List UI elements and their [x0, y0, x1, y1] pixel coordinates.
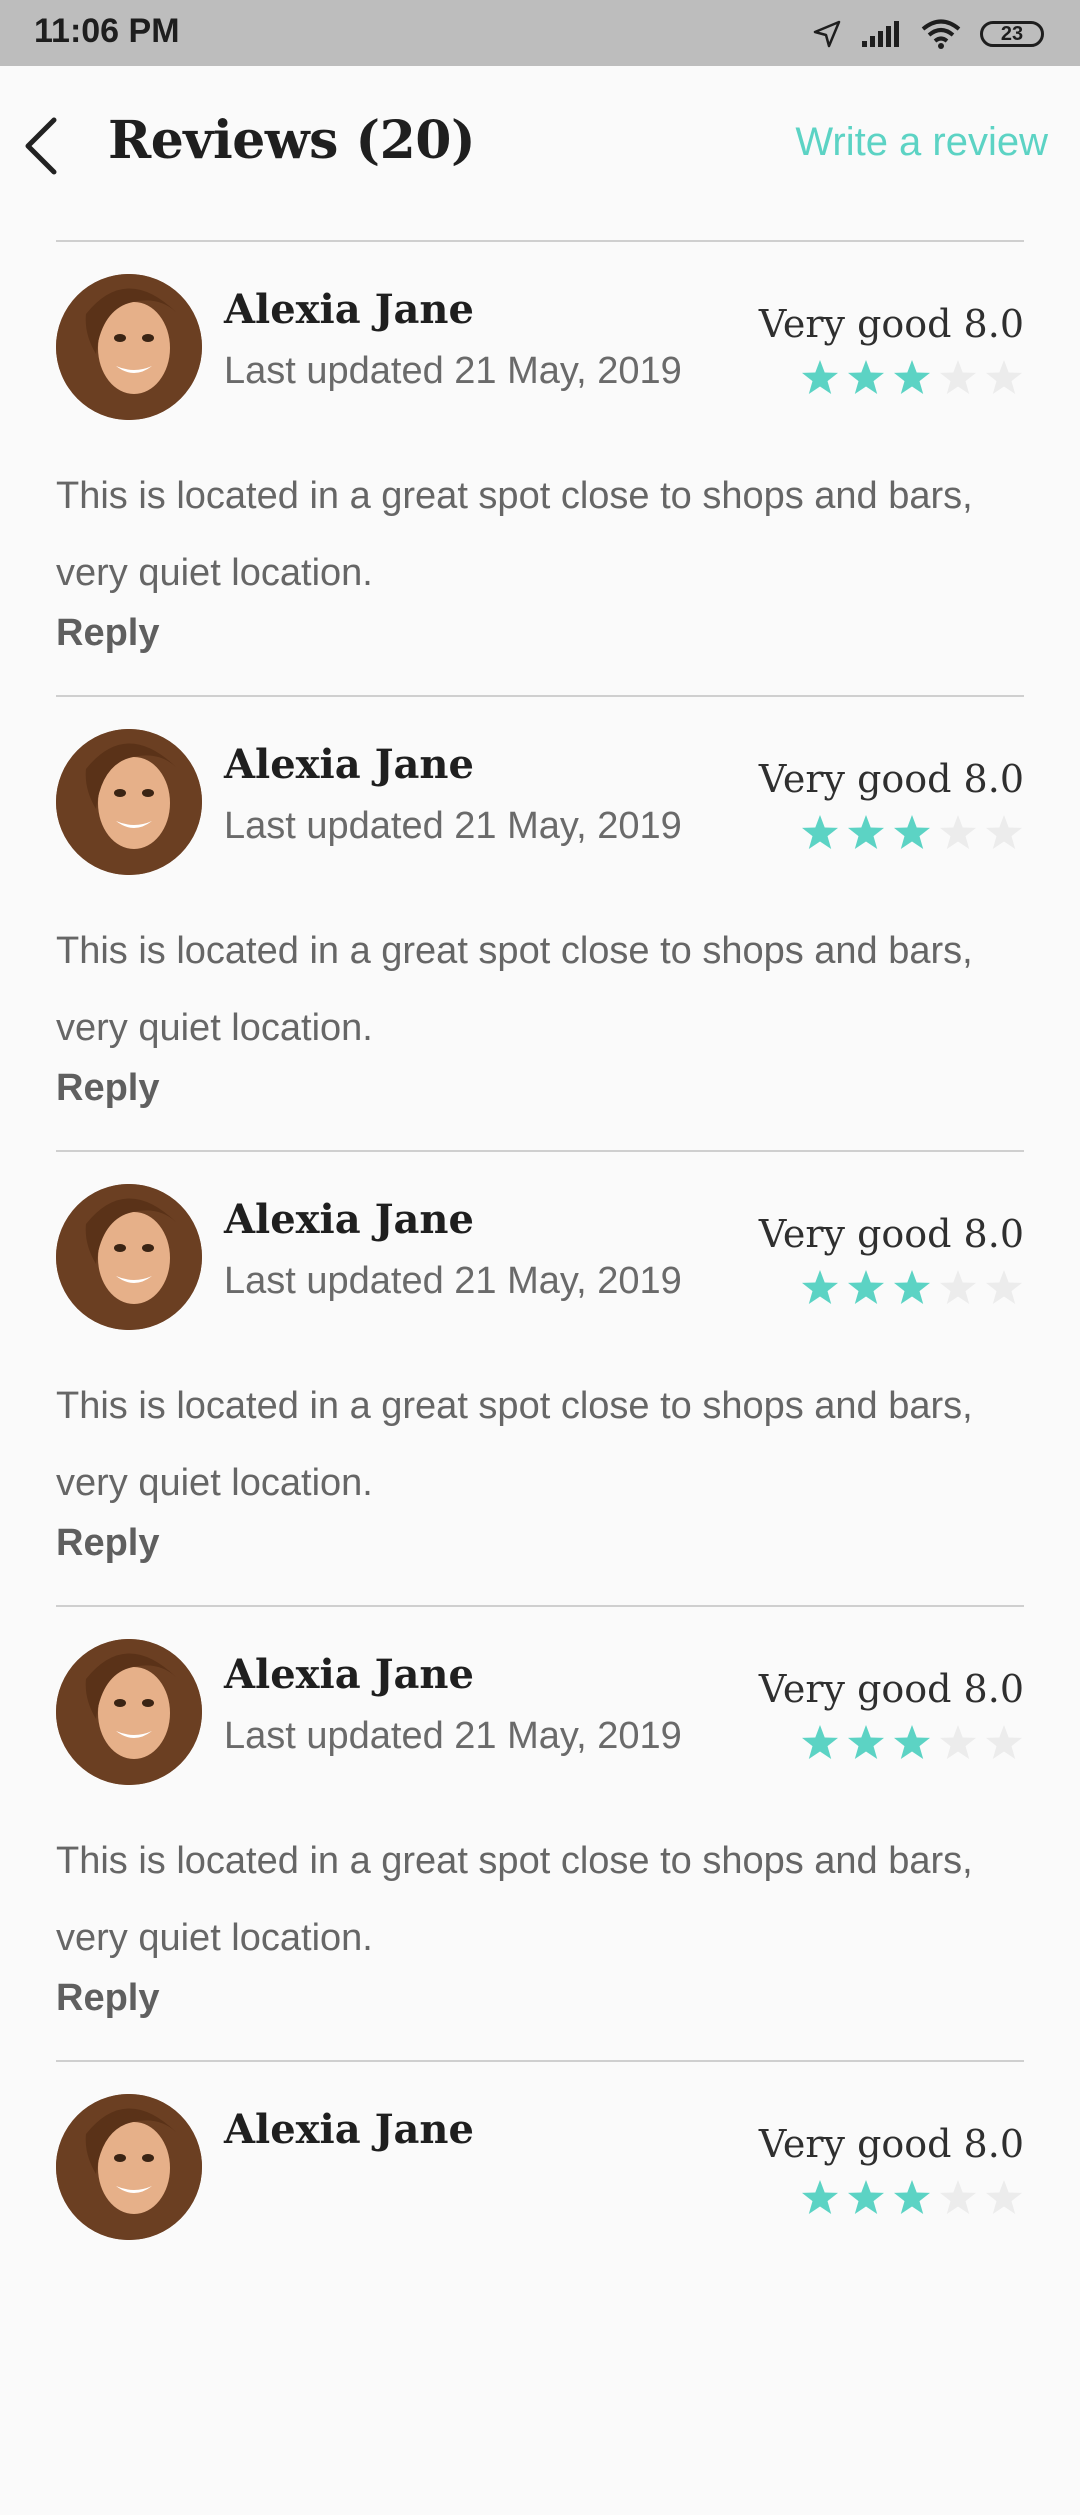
star-empty-icon — [940, 2180, 976, 2214]
star-empty-icon — [940, 1725, 976, 1759]
review-item: Alexia Jane Very good 8.0 — [56, 2060, 1024, 2515]
star-filled-icon — [848, 1725, 884, 1759]
star-rating — [800, 813, 1024, 853]
star-filled-icon — [802, 360, 838, 394]
star-filled-icon — [848, 815, 884, 849]
star-empty-icon — [940, 360, 976, 394]
status-bar: 11:06 PM 23 — [0, 0, 1080, 66]
avatar — [56, 2094, 202, 2240]
star-filled-icon — [802, 1725, 838, 1759]
location-arrow-icon — [812, 19, 842, 49]
star-filled-icon — [802, 1270, 838, 1304]
page-title: Reviews (20) — [108, 110, 476, 171]
chevron-left-icon — [25, 117, 57, 175]
reply-button[interactable]: Reply — [56, 1977, 159, 2020]
rating-label: Very good 8.0 — [758, 2122, 1024, 2166]
review-item: Alexia Jane Last updated 21 May, 2019 Ve… — [56, 1605, 1024, 2060]
review-item: Alexia Jane Last updated 21 May, 2019 Ve… — [56, 1150, 1024, 1605]
rating-label: Very good 8.0 — [758, 1667, 1024, 1711]
star-empty-icon — [940, 815, 976, 849]
review-text: This is located in a great spot close to… — [56, 930, 973, 1049]
star-empty-icon — [940, 1270, 976, 1304]
star-rating — [800, 358, 1024, 398]
review-date: Last updated 21 May, 2019 — [224, 350, 682, 392]
review-text: This is located in a great spot close to… — [56, 1840, 973, 1959]
signal-icon — [860, 19, 902, 49]
reviewer-name: Alexia Jane — [224, 2106, 474, 2153]
reply-button[interactable]: Reply — [56, 1067, 159, 1110]
reviewer-name: Alexia Jane — [224, 741, 474, 788]
wifi-icon — [920, 18, 962, 50]
review-text: This is located in a great spot close to… — [56, 1385, 973, 1504]
status-icons: 23 — [812, 14, 1044, 54]
review-date: Last updated 21 May, 2019 — [224, 805, 682, 847]
reply-button[interactable]: Reply — [56, 1522, 159, 1565]
star-empty-icon — [986, 1270, 1022, 1304]
star-filled-icon — [894, 1270, 930, 1304]
reply-button[interactable]: Reply — [56, 612, 159, 655]
star-rating — [800, 1268, 1024, 1308]
header: Reviews (20) Write a review — [0, 66, 1080, 242]
reviewer-name: Alexia Jane — [224, 286, 474, 333]
star-empty-icon — [986, 1725, 1022, 1759]
status-time: 11:06 PM — [34, 12, 180, 50]
reviewer-name: Alexia Jane — [224, 1651, 474, 1698]
star-filled-icon — [802, 2180, 838, 2214]
rating-label: Very good 8.0 — [758, 302, 1024, 346]
rating-label: Very good 8.0 — [758, 1212, 1024, 1256]
review-item: Alexia Jane Last updated 21 May, 2019 Ve… — [56, 695, 1024, 1150]
avatar — [56, 1184, 202, 1330]
star-filled-icon — [848, 360, 884, 394]
star-rating — [800, 2178, 1024, 2218]
avatar — [56, 274, 202, 420]
star-filled-icon — [894, 1725, 930, 1759]
star-filled-icon — [894, 815, 930, 849]
review-date: Last updated 21 May, 2019 — [224, 1715, 682, 1757]
star-filled-icon — [848, 1270, 884, 1304]
avatar — [56, 1639, 202, 1785]
rating-label: Very good 8.0 — [758, 757, 1024, 801]
battery-icon: 23 — [980, 21, 1044, 47]
review-item: Alexia Jane Last updated 21 May, 2019 Ve… — [56, 240, 1024, 695]
star-empty-icon — [986, 2180, 1022, 2214]
back-button[interactable] — [16, 110, 72, 182]
review-text: This is located in a great spot close to… — [56, 475, 973, 594]
write-review-link[interactable]: Write a review — [795, 120, 1048, 165]
review-date: Last updated 21 May, 2019 — [224, 1260, 682, 1302]
star-filled-icon — [802, 815, 838, 849]
star-empty-icon — [986, 360, 1022, 394]
star-empty-icon — [986, 815, 1022, 849]
star-filled-icon — [848, 2180, 884, 2214]
star-filled-icon — [894, 2180, 930, 2214]
reviews-list: Alexia Jane Last updated 21 May, 2019 Ve… — [56, 240, 1024, 2515]
star-filled-icon — [894, 360, 930, 394]
avatar — [56, 729, 202, 875]
star-rating — [800, 1723, 1024, 1763]
reviewer-name: Alexia Jane — [224, 1196, 474, 1243]
